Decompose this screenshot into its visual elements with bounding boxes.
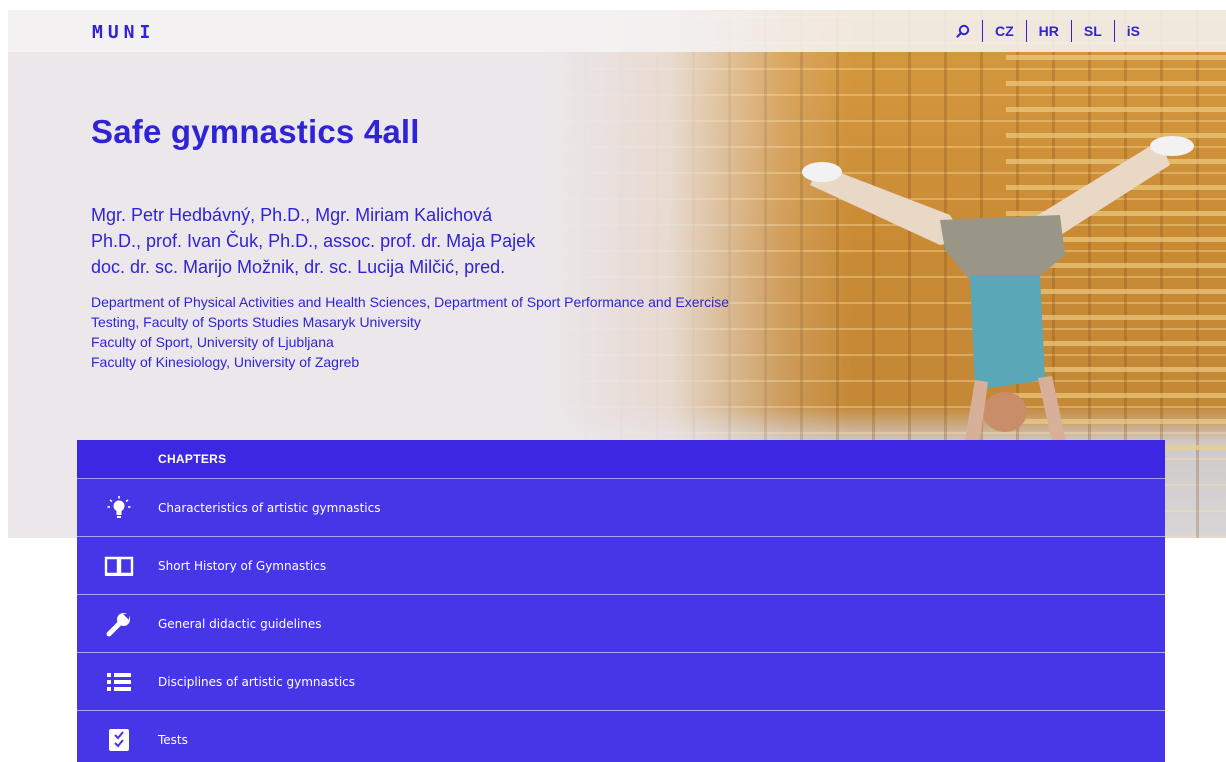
list-icon (106, 672, 131, 691)
chapter-label: Short History of Gymnastics (158, 558, 327, 573)
authors-line: doc. dr. sc. Marijo Možnik, dr. sc. Luci… (91, 257, 506, 277)
affiliation-line: Faculty of Sport, University of Ljubljan… (91, 334, 334, 350)
chapter-label: Characteristics of artistic gymnastics (158, 500, 381, 515)
lang-hr-link[interactable]: HR (1025, 20, 1071, 42)
lightbulb-icon (107, 495, 130, 518)
is-link[interactable]: iS (1113, 20, 1152, 42)
chapter-characteristics[interactable]: Characteristics of artistic gymnastics (77, 479, 1165, 537)
chapter-disciplines[interactable]: Disciplines of artistic gymnastics (77, 653, 1165, 711)
affiliation-line: Testing, Faculty of Sports Studies Masar… (91, 314, 421, 330)
checklist-icon (108, 729, 129, 751)
chapter-history[interactable]: Short History of Gymnastics (77, 537, 1165, 595)
chapters-heading: CHAPTERS (77, 440, 1165, 479)
authors: Mgr. Petr Hedbávný, Ph.D., Mgr. Miriam K… (91, 202, 651, 280)
chapter-tests[interactable]: Tests (77, 711, 1165, 762)
search-button[interactable] (944, 20, 982, 42)
muni-logo[interactable]: MUNI (92, 22, 155, 43)
affiliation-line: Department of Physical Activities and He… (91, 294, 730, 310)
chapter-label: General didactic guidelines (158, 616, 322, 631)
authors-line: Mgr. Petr Hedbávný, Ph.D., Mgr. Miriam K… (91, 205, 493, 225)
open-book-icon (104, 556, 133, 576)
lang-sl-link[interactable]: SL (1070, 20, 1114, 42)
chapter-label: Tests (158, 733, 188, 747)
chapter-didactic[interactable]: General didactic guidelines (77, 595, 1165, 653)
top-navigation: CZ HR SL iS (944, 20, 1152, 42)
wrench-icon (106, 612, 130, 636)
authors-line: Ph.D., prof. Ivan Čuk, Ph.D., assoc. pro… (91, 231, 536, 251)
chapters-panel: CHAPTERS Characteristics of artistic gym… (77, 440, 1165, 762)
affiliation-line: Faculty of Kinesiology, University of Za… (91, 354, 360, 370)
search-icon (956, 24, 970, 38)
top-bar: MUNI CZ HR SL iS (8, 10, 1226, 52)
page-title: Safe gymnastics 4all (91, 113, 420, 150)
chapter-label: Disciplines of artistic gymnastics (158, 674, 356, 689)
gymnast-photo (802, 136, 1194, 442)
affiliations: Department of Physical Activities and He… (91, 292, 891, 372)
lang-cz-link[interactable]: CZ (981, 20, 1026, 42)
